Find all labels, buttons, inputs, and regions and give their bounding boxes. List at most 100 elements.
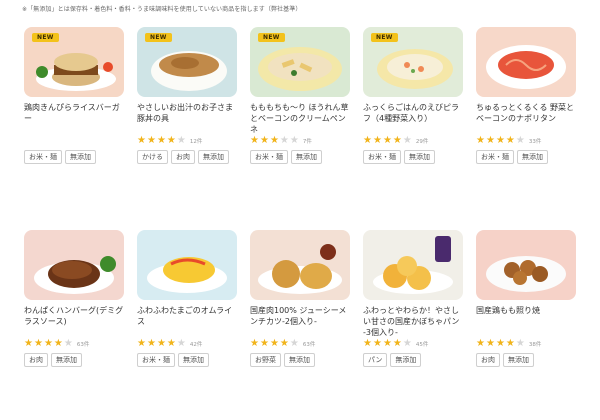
star-icon: ★ xyxy=(279,338,289,349)
new-badge: NEW xyxy=(371,33,398,42)
product-card-kabocha-pan[interactable]: ふわっとやわらか！やさしい甘さの国産かぼちゃパン -3個入り- ★ ★ ★ ★ ★ 45件… xyxy=(363,230,463,367)
star-icon: ★ xyxy=(382,338,392,349)
product-card-hamburg[interactable]: わんぱくハンバーグ(デミグラスソース) ★ ★ ★ ★ ★ 63件 お肉 無添加 xyxy=(24,230,124,367)
star-icon: ★ xyxy=(259,338,269,349)
product-image[interactable] xyxy=(250,230,350,300)
star-icon: ★ xyxy=(515,338,525,349)
product-card-omurice[interactable]: ふわふわたまごのオムライス ★ ★ ★ ★ ★ 42件 お米・麺 無添加 xyxy=(137,230,237,367)
tag-list: お米・麺 無添加 xyxy=(250,150,350,164)
product-title[interactable]: ふわふわたまごのオムライス xyxy=(137,305,237,338)
tag[interactable]: 無添加 xyxy=(503,353,534,367)
tag[interactable]: お米・麺 xyxy=(476,150,514,164)
product-card-napolitan[interactable]: ちゅるっとくるくる 野菜とベーコンのナポリタン ★ ★ ★ ★ ★ 33件 お米・麺 無添… xyxy=(476,27,576,164)
review-count: 29件 xyxy=(415,139,429,145)
product-title[interactable]: 鶏肉きんぴらライスバーガー xyxy=(24,102,124,135)
product-card-rice-burger[interactable]: NEW 鶏肉きんぴらライスバーガー お米・麺 無添加 xyxy=(24,27,124,164)
rating-row: ★ ★ ★ ★ ★ 12件 xyxy=(137,135,237,147)
star-icon: ★ xyxy=(392,338,402,349)
review-count: 7件 xyxy=(302,139,312,145)
tag[interactable]: 無添加 xyxy=(51,353,82,367)
product-image[interactable] xyxy=(24,230,124,300)
review-count: 42件 xyxy=(189,342,203,348)
product-card-buta-don[interactable]: NEW やさしいお出汁のお子さま豚丼の具 ★ ★ ★ ★ ★ 12件 かける お肉 無添加 xyxy=(137,27,237,164)
tag[interactable]: お米・麺 xyxy=(137,353,175,367)
product-card-shrimp-pilaf[interactable]: NEW ふっくらごはんのえびピラフ（4種野菜入り） ★ ★ ★ ★ ★ 29件 お米・麺 … xyxy=(363,27,463,164)
tag-list: お米・麺 無添加 xyxy=(476,150,576,164)
tag-list: お米・麺 無添加 xyxy=(137,353,237,367)
product-title[interactable]: 国産鶏もも照り焼 xyxy=(476,305,576,338)
star-icon: ★ xyxy=(250,135,259,146)
tag[interactable]: 無添加 xyxy=(178,353,209,367)
tag[interactable]: 無添加 xyxy=(65,150,96,164)
tag[interactable]: お米・麺 xyxy=(250,150,288,164)
star-icon: ★ xyxy=(382,135,392,146)
tag-list: パン 無添加 xyxy=(363,353,463,367)
product-image[interactable]: NEW xyxy=(250,27,350,97)
tag[interactable]: お米・麺 xyxy=(24,150,62,164)
rating-row: ★ ★ ★ ★ ★ 33件 xyxy=(476,135,576,147)
star-icon: ★ xyxy=(485,135,495,146)
star-icon: ★ xyxy=(363,135,372,146)
star-icon: ★ xyxy=(392,135,402,146)
tag[interactable]: 無添加 xyxy=(198,150,229,164)
product-card-menchi-katsu[interactable]: 国産肉100% ジューシーメンチカツ-2個入り- ★ ★ ★ ★ ★ 63件 お野菜 無添… xyxy=(250,230,350,367)
product-title[interactable]: 国産肉100% ジューシーメンチカツ-2個入り- xyxy=(250,305,350,338)
star-icon: ★ xyxy=(166,338,176,349)
product-image[interactable]: NEW xyxy=(137,27,237,97)
product-title[interactable]: ちゅるっとくるくる 野菜とベーコンのナポリタン xyxy=(476,102,576,135)
tag[interactable]: お肉 xyxy=(476,353,500,367)
product-card-penne[interactable]: NEW もももちも〜り ほうれん草とベーコンのクリームペンネ ★ ★ ★ ★ ★ 7件 お… xyxy=(250,27,350,164)
star-icon: ★ xyxy=(402,135,412,146)
tag[interactable]: お肉 xyxy=(171,150,195,164)
tag[interactable]: 無添加 xyxy=(404,150,435,164)
star-icon: ★ xyxy=(146,338,156,349)
rating-row: ★ ★ ★ ★ ★ 7件 xyxy=(250,135,350,147)
star-icon: ★ xyxy=(156,135,166,146)
star-icon: ★ xyxy=(43,338,53,349)
product-image[interactable]: NEW xyxy=(363,27,463,97)
new-badge: NEW xyxy=(145,33,172,42)
product-card-teriyaki[interactable]: 国産鶏もも照り焼 ★ ★ ★ ★ ★ 38件 お肉 無添加 xyxy=(476,230,576,367)
star-icon: ★ xyxy=(289,135,299,146)
star-icon: ★ xyxy=(24,338,33,349)
rating-row: ★ ★ ★ ★ ★ 63件 xyxy=(250,338,350,350)
product-image[interactable] xyxy=(476,230,576,300)
tag-list: お肉 無添加 xyxy=(24,353,124,367)
product-title[interactable]: もももちも〜り ほうれん草とベーコンのクリームペンネ xyxy=(250,102,350,135)
rating-row xyxy=(24,135,124,147)
tag-list: お野菜 無添加 xyxy=(250,353,350,367)
product-image[interactable]: NEW xyxy=(24,27,124,97)
product-title[interactable]: ふっくらごはんのえびピラフ（4種野菜入り） xyxy=(363,102,463,135)
tag-list: お米・麺 無添加 xyxy=(363,150,463,164)
product-image[interactable] xyxy=(137,230,237,300)
tag[interactable]: 無添加 xyxy=(517,150,548,164)
star-icon: ★ xyxy=(250,338,259,349)
star-icon: ★ xyxy=(33,338,43,349)
rating-row: ★ ★ ★ ★ ★ 45件 xyxy=(363,338,463,350)
review-count: 12件 xyxy=(189,139,203,145)
tag[interactable]: かける xyxy=(137,150,168,164)
product-image[interactable] xyxy=(363,230,463,300)
star-icon: ★ xyxy=(289,338,299,349)
tag[interactable]: 無添加 xyxy=(284,353,315,367)
star-icon: ★ xyxy=(495,135,505,146)
tag-list: お米・麺 無添加 xyxy=(24,150,124,164)
star-icon: ★ xyxy=(372,338,382,349)
tag[interactable]: 無添加 xyxy=(390,353,422,367)
review-count: 45件 xyxy=(415,342,429,348)
star-icon: ★ xyxy=(259,135,269,146)
product-image[interactable] xyxy=(476,27,576,97)
star-icon: ★ xyxy=(156,338,166,349)
tag[interactable]: お米・麺 xyxy=(363,150,401,164)
tag[interactable]: お肉 xyxy=(24,353,48,367)
star-icon: ★ xyxy=(63,338,73,349)
product-title[interactable]: やさしいお出汁のお子さま豚丼の具 xyxy=(137,102,237,135)
tag[interactable]: お野菜 xyxy=(250,353,281,367)
new-badge: NEW xyxy=(32,33,59,42)
rating-row: ★ ★ ★ ★ ★ 63件 xyxy=(24,338,124,350)
tag[interactable]: パン xyxy=(363,353,388,367)
product-title[interactable]: わんぱくハンバーグ(デミグラスソース) xyxy=(24,305,124,338)
product-title[interactable]: ふわっとやわらか！やさしい甘さの国産かぼちゃパン -3個入り- xyxy=(363,305,463,338)
tag[interactable]: 無添加 xyxy=(291,150,322,164)
tag-list: お肉 無添加 xyxy=(476,353,576,367)
